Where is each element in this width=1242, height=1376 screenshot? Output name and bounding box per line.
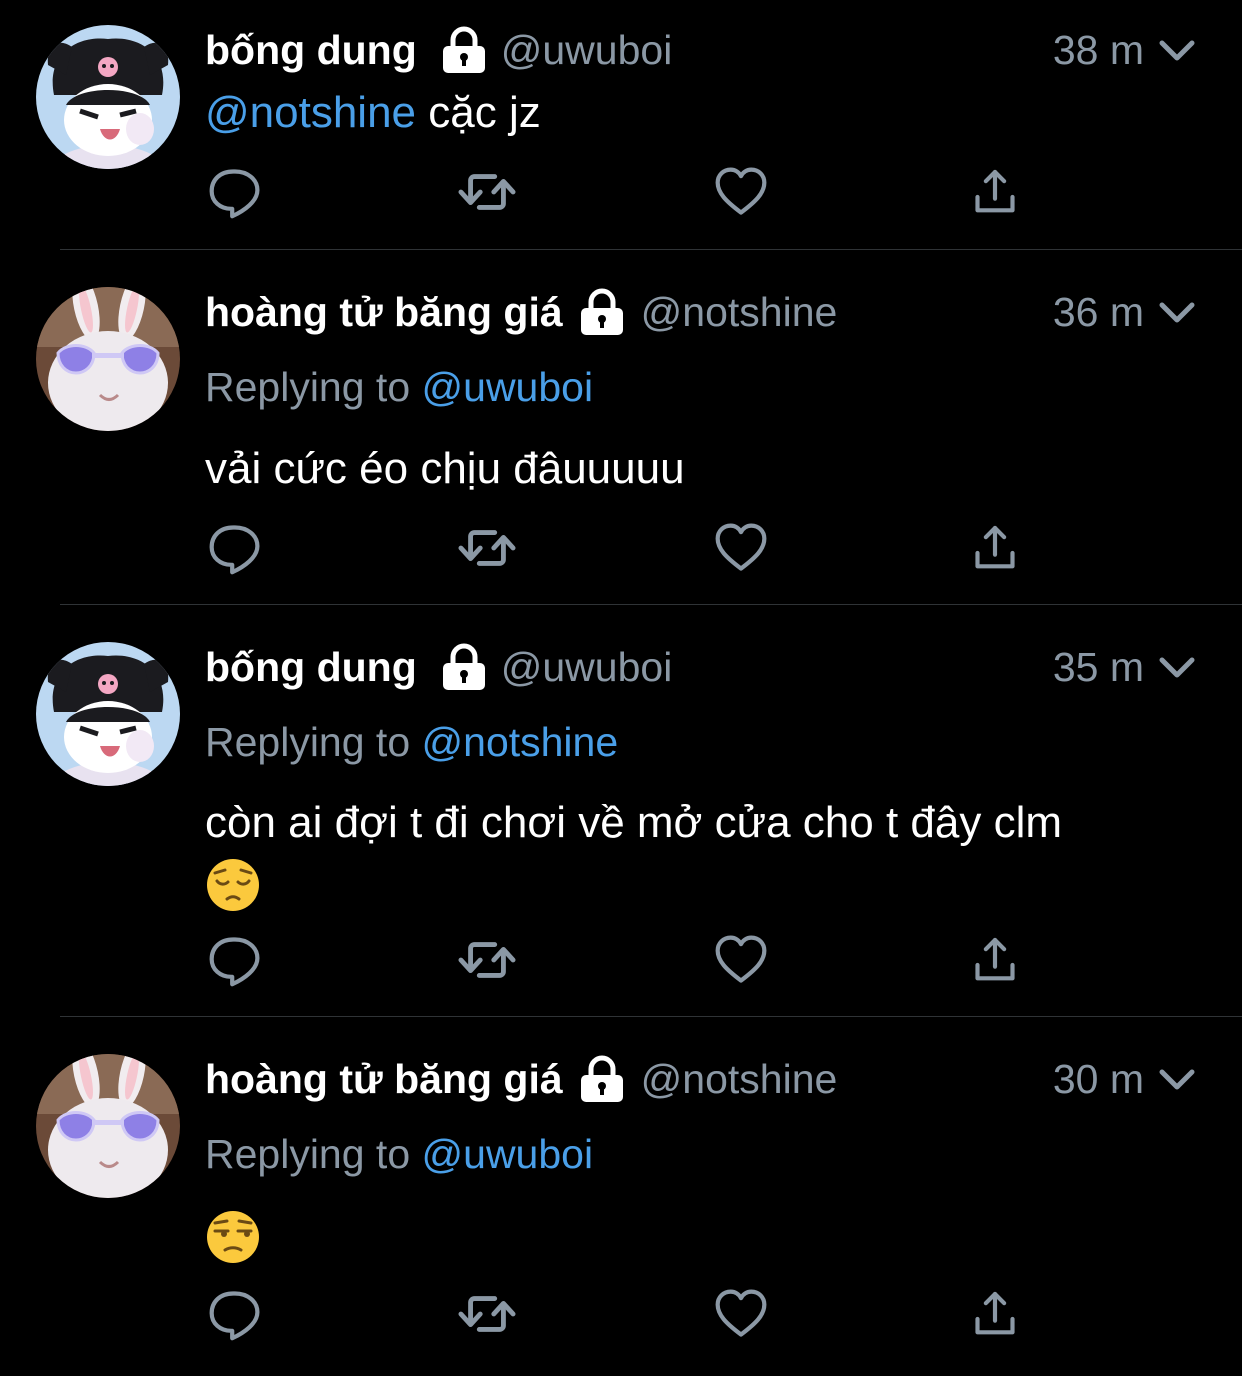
share-icon [970,523,1020,573]
user-handle[interactable]: @notshine [641,289,838,336]
like-button[interactable] [711,162,771,222]
lock-icon [579,288,625,336]
retweet-icon [458,163,516,221]
tweet-header: hoàng tử băng giá @notshine 36 m [205,284,1202,340]
replying-to: Replying to @uwuboi [205,1131,593,1178]
share-button[interactable] [965,518,1025,578]
tweet[interactable]: bống dung @uwuboi 38 m @notshine cặc jz [0,0,1242,250]
timestamp[interactable]: 38 m [1053,27,1144,74]
display-name[interactable]: bống dung [205,27,417,74]
timestamp[interactable]: 35 m [1053,644,1144,691]
replying-label: Replying to [205,364,422,410]
retweet-button[interactable] [457,162,517,222]
tweet-text: vải cức éo chịu đâuuuuu [205,444,685,493]
tweet-text [205,1206,1182,1265]
mention-link[interactable]: @uwuboi [422,364,594,410]
bunny-avatar[interactable] [36,287,180,431]
tweet[interactable]: hoàng tử băng giá @notshine 30 m Replyin… [0,1017,1242,1376]
replying-to: Replying to @uwuboi [205,364,593,411]
reply-button[interactable] [205,518,265,578]
chevron-down-icon[interactable] [1156,291,1198,333]
unamused-face-emoji [205,1209,261,1265]
tweet-text: còn ai đợi t đi chơi về mở cửa cho t đây… [205,794,1182,913]
heart-icon [713,1286,769,1342]
user-handle[interactable]: @uwuboi [501,644,673,691]
display-name[interactable]: hoàng tử băng giá [205,289,563,336]
tweet[interactable]: bống dung @uwuboi 35 m Replying to @nots… [0,605,1242,1017]
share-button[interactable] [965,930,1025,990]
kuromi-avatar[interactable] [36,25,180,169]
retweet-icon [458,519,516,577]
lock-icon [441,26,487,74]
reply-icon [207,164,263,220]
replying-label: Replying to [205,719,422,765]
tweet-text-content: còn ai đợi t đi chơi về mở cửa cho t đây… [205,798,1062,847]
lock-icon [579,1055,625,1103]
replying-to: Replying to @notshine [205,719,618,766]
heart-icon [713,520,769,576]
display-name[interactable]: hoàng tử băng giá [205,1056,563,1103]
tweet-header: bống dung @uwuboi 38 m [205,22,1202,78]
user-handle[interactable]: @notshine [641,1056,838,1103]
lock-icon [441,643,487,691]
reply-button[interactable] [205,1284,265,1344]
like-button[interactable] [711,1284,771,1344]
chevron-down-icon[interactable] [1156,1058,1198,1100]
share-button[interactable] [965,1284,1025,1344]
retweet-button[interactable] [457,518,517,578]
reply-button[interactable] [205,162,265,222]
tweet-text-content: cặc jz [416,88,541,137]
reply-icon [207,520,263,576]
mention-link[interactable]: @notshine [422,719,619,765]
retweet-button[interactable] [457,930,517,990]
tweet-text: @notshine cặc jz [205,84,1182,142]
kuromi-avatar[interactable] [36,642,180,786]
chevron-down-icon[interactable] [1156,29,1198,71]
bunny-avatar[interactable] [36,1054,180,1198]
mention-link[interactable]: @uwuboi [422,1131,594,1177]
tweet[interactable]: hoàng tử băng giá @notshine 36 m Replyin… [0,250,1242,605]
display-name[interactable]: bống dung [205,644,417,691]
timestamp[interactable]: 30 m [1053,1056,1144,1103]
pensive-face-emoji [205,857,261,913]
share-icon [970,935,1020,985]
tweet-header: hoàng tử băng giá @notshine 30 m [205,1051,1202,1107]
reply-icon [207,932,263,988]
retweet-icon [458,1285,516,1343]
reply-icon [207,1286,263,1342]
like-button[interactable] [711,518,771,578]
timestamp[interactable]: 36 m [1053,289,1144,336]
replying-label: Replying to [205,1131,422,1177]
like-button[interactable] [711,930,771,990]
retweet-icon [458,931,516,989]
heart-icon [713,164,769,220]
chevron-down-icon[interactable] [1156,646,1198,688]
user-handle[interactable]: @uwuboi [501,27,673,74]
reply-button[interactable] [205,930,265,990]
heart-icon [713,932,769,988]
mention-link[interactable]: @notshine [205,88,416,137]
share-icon [970,167,1020,217]
share-button[interactable] [965,162,1025,222]
share-icon [970,1289,1020,1339]
tweet-header: bống dung @uwuboi 35 m [205,639,1202,695]
retweet-button[interactable] [457,1284,517,1344]
